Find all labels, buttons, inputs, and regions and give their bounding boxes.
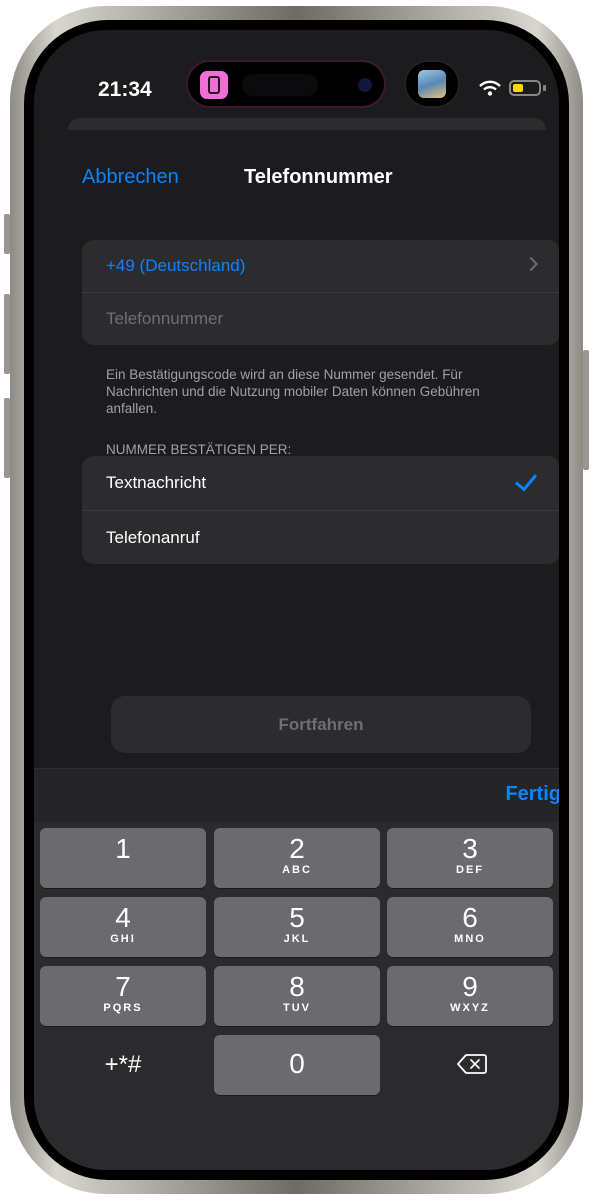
key-6[interactable]: 6 MNO [387, 897, 553, 957]
phone-number-group: +49 (Deutschland) Telefonnummer [82, 240, 559, 345]
key-letters: JKL [283, 933, 311, 945]
chevron-right-icon [523, 256, 539, 272]
action-button [4, 214, 10, 254]
key-number: 2 [289, 833, 305, 864]
delete-key[interactable] [387, 1035, 553, 1095]
key-8[interactable]: 8 TUV [214, 966, 380, 1026]
number-keypad: 1 2 ABC 3 DEF 4 GHI 5 JKL 6 MNO 7 PQRS 8… [34, 822, 559, 1170]
battery-nub [543, 85, 546, 91]
live-activity-thumbnail[interactable] [404, 60, 460, 108]
country-selector[interactable]: +49 (Deutschland) [82, 240, 559, 292]
done-button[interactable]: Fertig [505, 783, 559, 806]
key-number: 9 [462, 971, 478, 1002]
key-number: 1 [115, 833, 131, 864]
option-phone-call[interactable]: Telefonanruf [82, 510, 559, 564]
key-number: 3 [462, 833, 478, 864]
camera-icon [358, 78, 372, 92]
key-3[interactable]: 3 DEF [387, 828, 553, 888]
battery-icon [509, 80, 541, 96]
dynamic-island[interactable] [186, 60, 386, 108]
footnote: Ein Bestätigungscode wird an diese Numme… [106, 367, 480, 416]
option-text-message[interactable]: Textnachricht [82, 456, 559, 510]
verify-section-header: NUMMER BESTÄTIGEN PER: [106, 442, 292, 457]
screen: 21:34 Abbrechen Telefonnummer +49 (Deuts… [34, 30, 559, 1170]
phone-frame: 21:34 Abbrechen Telefonnummer +49 (Deuts… [10, 6, 583, 1194]
keyboard-toolbar: Fertig [34, 768, 559, 822]
key-number: 7 [115, 971, 131, 1002]
key-letters: ABC [282, 864, 312, 876]
key-symbols[interactable]: +*# [40, 1035, 206, 1095]
phone-number-field[interactable]: Telefonnummer [82, 292, 559, 345]
key-letters: MNO [454, 933, 486, 945]
key-letters: GHI [110, 933, 136, 945]
phone-app-icon [200, 71, 228, 99]
key-number: 5 [289, 902, 305, 933]
key-letters: WXYZ [450, 1002, 490, 1014]
key-2[interactable]: 2 ABC [214, 828, 380, 888]
key-letters: TUV [283, 1002, 311, 1014]
key-9[interactable]: 9 WXYZ [387, 966, 553, 1026]
key-number: 0 [289, 1048, 305, 1079]
option-label: Textnachricht [106, 473, 207, 492]
country-value: +49 (Deutschland) [106, 256, 246, 275]
power-button [583, 350, 589, 470]
key-letters: PQRS [103, 1002, 143, 1014]
key-number: 6 [462, 902, 478, 933]
key-7[interactable]: 7 PQRS [40, 966, 206, 1026]
page-title: Telefonnummer [244, 166, 393, 188]
delete-backspace-icon [457, 1054, 487, 1074]
volume-up-button [4, 294, 10, 374]
phone-bezel: 21:34 Abbrechen Telefonnummer +49 (Deuts… [24, 20, 569, 1180]
key-0[interactable]: 0 [214, 1035, 380, 1095]
continue-button[interactable]: Fortfahren [111, 696, 531, 753]
key-5[interactable]: 5 JKL [214, 897, 380, 957]
checkmark-icon [514, 468, 538, 492]
key-4[interactable]: 4 GHI [40, 897, 206, 957]
option-label: Telefonanruf [106, 527, 200, 547]
volume-down-button [4, 398, 10, 478]
key-1[interactable]: 1 [40, 828, 206, 888]
key-number: 4 [115, 902, 131, 933]
phone-number-placeholder: Telefonnummer [106, 309, 224, 328]
island-pill [242, 74, 318, 96]
key-letters: DEF [456, 864, 484, 876]
status-time: 21:34 [98, 78, 152, 101]
verify-method-group: Textnachricht Telefonanruf [82, 456, 559, 564]
wifi-icon [479, 80, 501, 96]
cancel-button[interactable]: Abbrechen [82, 166, 179, 189]
key-number: 8 [289, 971, 305, 1002]
